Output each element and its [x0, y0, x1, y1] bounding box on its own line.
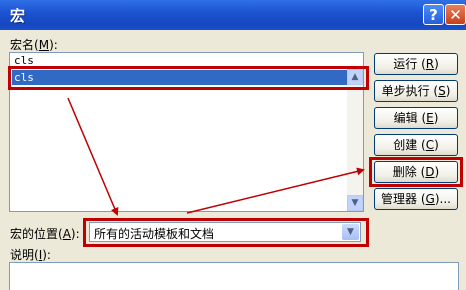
run-button[interactable]: 运行 (R): [374, 53, 458, 75]
close-button[interactable]: ✕: [445, 4, 466, 25]
macro-location-label: 宏的位置(A):: [10, 227, 80, 241]
highlight-delete-button: [369, 157, 463, 187]
create-button[interactable]: 创建 (C): [374, 134, 458, 156]
organizer-button[interactable]: 管理器 (G)...: [374, 188, 458, 210]
description-box: [9, 262, 459, 290]
edit-button[interactable]: 编辑 (E): [374, 107, 458, 129]
scroll-down-icon[interactable]: ▼: [347, 195, 363, 211]
window-title: 宏: [10, 7, 27, 25]
step-into-button[interactable]: 单步执行 (S): [374, 80, 458, 102]
highlight-selected-macro: [8, 66, 369, 90]
list-scrollbar[interactable]: ▲ ▼: [347, 69, 363, 211]
highlight-location-select: [83, 218, 369, 247]
description-label: 说明(I):: [10, 248, 51, 262]
help-button[interactable]: ?: [423, 4, 444, 25]
title-bar[interactable]: 宏 ? ✕: [0, 0, 466, 30]
macro-dialog: 宏 ? ✕ 宏名(M): cls cls ▲ ▼ 宏的位置(A): 所有的活动模…: [0, 0, 466, 290]
macro-name-label: 宏名(M):: [10, 38, 58, 52]
